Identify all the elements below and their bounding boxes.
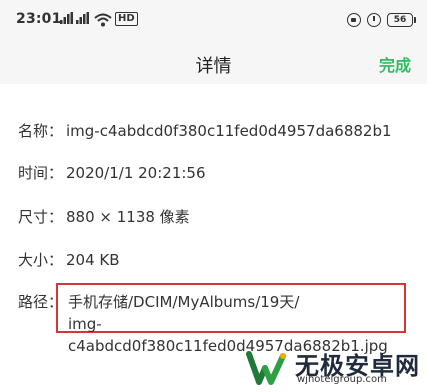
detail-row-name: 名称： img-c4abdcd0f380c11fed0d4957da6882b1 — [18, 120, 392, 141]
wifi-icon — [94, 12, 112, 27]
watermark-url: wjhotelgroup.com — [297, 374, 387, 385]
watermark: 无极安卓网 wjhotelgroup.com — [245, 346, 427, 390]
dimensions-label: 尺寸： — [18, 208, 64, 226]
cellular-signal-icon — [76, 12, 90, 27]
battery-icon: 56 — [387, 13, 416, 27]
page-title: 详情 — [195, 56, 232, 77]
done-button[interactable]: 完成 — [379, 52, 411, 76]
rotation-lock-icon — [347, 13, 361, 27]
battery-level: 56 — [393, 15, 407, 25]
alarm-icon — [367, 13, 381, 27]
status-bar: 23:01 HD 56 — [0, 0, 427, 40]
cellular-signal-icon — [60, 12, 74, 27]
detail-row-time: 时间： 2020/1/1 20:21:56 — [18, 162, 206, 183]
time-value: 2020/1/1 20:21:56 — [66, 164, 206, 182]
filesize-value: 204 KB — [66, 251, 120, 269]
status-icons-right: 56 — [347, 10, 416, 30]
filesize-label: 大小： — [18, 251, 64, 269]
name-value: img-c4abdcd0f380c11fed0d4957da6882b1 — [66, 122, 392, 140]
watermark-logo-icon — [245, 348, 289, 388]
name-label: 名称： — [18, 122, 64, 140]
detail-row-filesize: 大小： 204 KB — [18, 249, 120, 270]
time-label: 时间： — [18, 164, 64, 182]
clock: 23:01 — [16, 11, 62, 27]
path-line-1: 手机存储/DCIM/MyAlbums/19天/ — [68, 293, 300, 311]
hd-network-badge: HD — [115, 12, 138, 26]
title-bar: 详情 完成 — [0, 40, 427, 84]
dimensions-value: 880 × 1138 像素 — [66, 208, 190, 226]
detail-row-dimensions: 尺寸： 880 × 1138 像素 — [18, 206, 190, 227]
